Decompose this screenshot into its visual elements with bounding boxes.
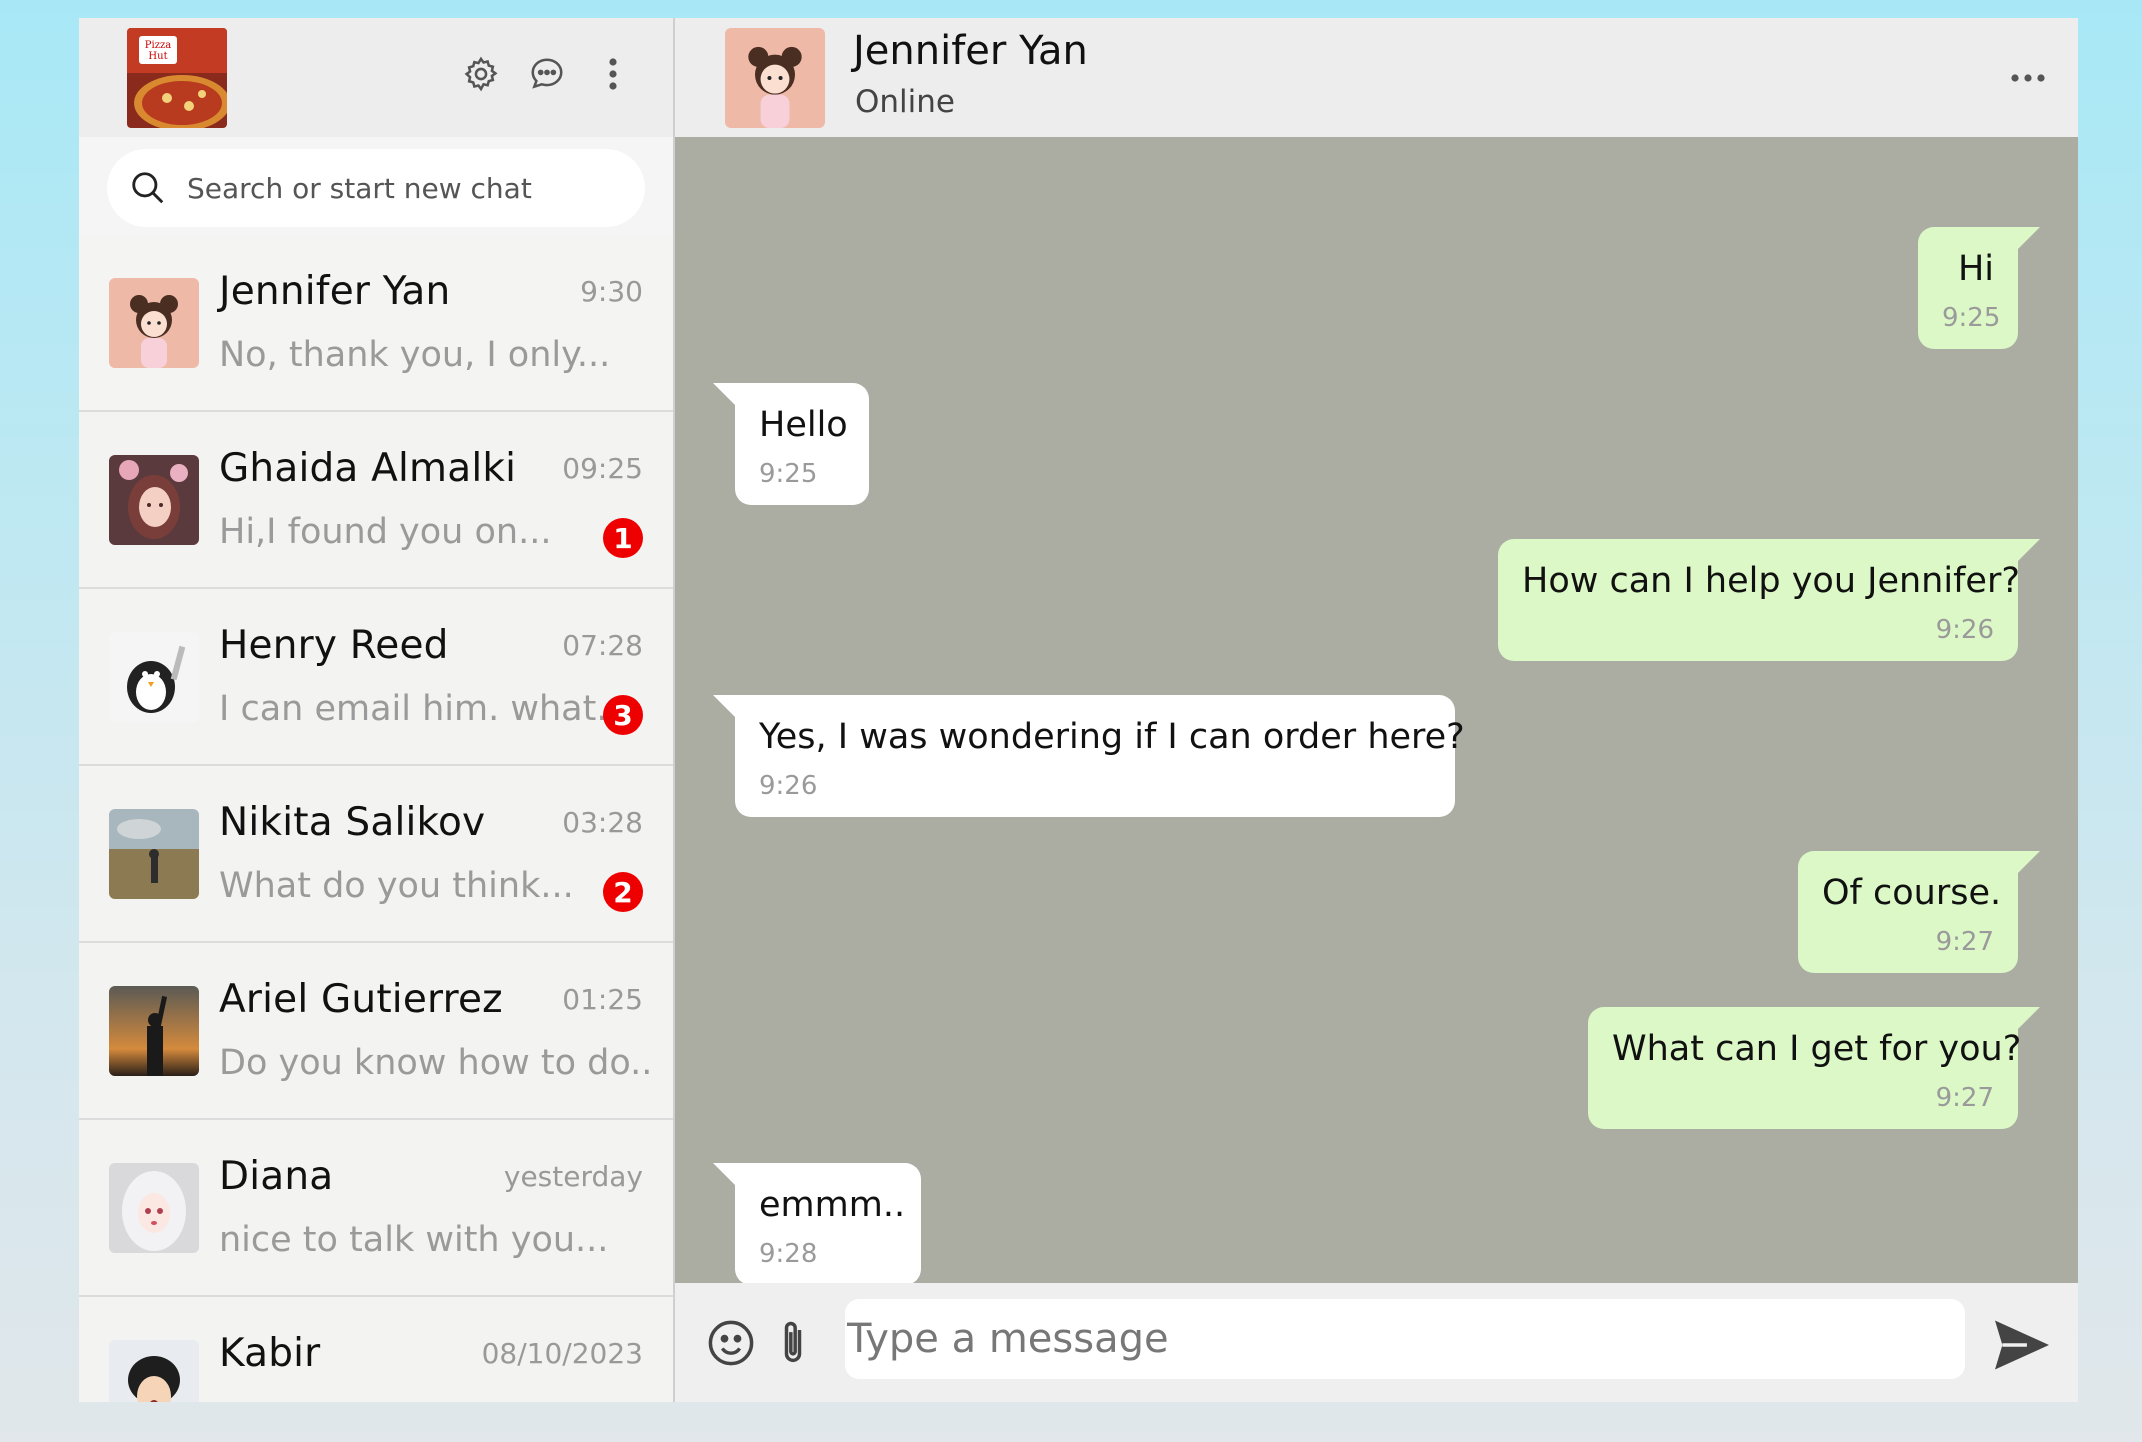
chat-list-item-kabir[interactable]: Kabir 08/10/2023 bbox=[79, 1297, 673, 1402]
message-time: 9:28 bbox=[759, 1239, 818, 1269]
chat-list-item-henry-reed[interactable]: Henry Reed 07:28 I can email him. what..… bbox=[79, 589, 673, 766]
chat-name: Nikita Salikov bbox=[219, 800, 486, 845]
settings-icon[interactable] bbox=[461, 54, 501, 94]
unread-badge: 2 bbox=[603, 872, 643, 912]
conversation-header: Jennifer Yan Online bbox=[675, 18, 2078, 137]
conversation-panel: Jennifer Yan Online Hi 9:25 Hello 9:25 H… bbox=[675, 18, 2078, 1402]
chat-preview: What do you think... bbox=[219, 866, 574, 906]
search-box[interactable] bbox=[107, 149, 645, 227]
sidebar-header: Pizza Hut bbox=[79, 18, 673, 137]
avatar bbox=[109, 455, 199, 545]
contact-name: Jennifer Yan bbox=[853, 28, 1088, 74]
attach-icon[interactable] bbox=[767, 1317, 819, 1369]
chat-name: Diana bbox=[219, 1154, 334, 1199]
chat-list-item-nikita-salikov[interactable]: Nikita Salikov 03:28 What do you think..… bbox=[79, 766, 673, 943]
message-incoming: Hello 9:25 bbox=[713, 383, 869, 505]
message-text: Of course. bbox=[1822, 873, 2002, 913]
chat-name: Jennifer Yan bbox=[219, 269, 451, 314]
chat-list-item-jennifer-yan[interactable]: Jennifer Yan 9:30 No, thank you, I only.… bbox=[79, 235, 673, 412]
message-outgoing: How can I help you Jennifer? 9:26 bbox=[1498, 539, 2040, 661]
message-text: How can I help you Jennifer? bbox=[1522, 561, 2020, 601]
chat-time: 9:30 bbox=[580, 275, 643, 308]
message-incoming: Yes, I was wondering if I can order here… bbox=[713, 695, 1465, 817]
svg-text:Hut: Hut bbox=[148, 51, 167, 62]
message-list: Hi 9:25 Hello 9:25 How can I help you Je… bbox=[675, 137, 2078, 1283]
more-options-icon[interactable] bbox=[2008, 58, 2048, 98]
chat-time: 09:25 bbox=[562, 452, 643, 485]
search-area bbox=[79, 137, 673, 235]
chat-time: 07:28 bbox=[562, 629, 643, 662]
chat-name: Kabir bbox=[219, 1331, 321, 1376]
avatar bbox=[109, 1340, 199, 1402]
contact-avatar[interactable] bbox=[725, 28, 825, 128]
message-outgoing: Of course. 9:27 bbox=[1798, 851, 2040, 973]
chat-time: 08/10/2023 bbox=[481, 1337, 643, 1370]
message-composer bbox=[675, 1283, 2078, 1402]
message-text: Hello bbox=[759, 405, 848, 445]
message-time: 9:26 bbox=[1935, 615, 1994, 645]
message-time: 9:27 bbox=[1935, 1083, 1994, 1113]
avatar bbox=[109, 278, 199, 368]
search-input[interactable] bbox=[185, 170, 609, 206]
chat-preview: I can email him. what... bbox=[219, 689, 630, 729]
message-text: Hi bbox=[1957, 249, 1994, 289]
message-time: 9:27 bbox=[1935, 927, 1994, 957]
chat-list-item-diana[interactable]: Diana yesterday nice to talk with you... bbox=[79, 1120, 673, 1297]
send-icon[interactable] bbox=[1992, 1317, 2052, 1373]
message-text: Yes, I was wondering if I can order here… bbox=[759, 717, 1465, 757]
message-outgoing: What can I get for you? 9:27 bbox=[1588, 1007, 2040, 1129]
unread-badge: 1 bbox=[603, 518, 643, 558]
chat-app-window: Pizza Hut Search or start new chat Jenni… bbox=[79, 18, 2078, 1402]
svg-text:Pizza: Pizza bbox=[145, 40, 171, 51]
message-time: 9:25 bbox=[759, 459, 818, 489]
chat-time: yesterday bbox=[503, 1160, 643, 1193]
emoji-icon[interactable] bbox=[705, 1317, 757, 1369]
avatar bbox=[109, 986, 199, 1076]
chat-preview: No, thank you, I only... bbox=[219, 335, 611, 375]
avatar bbox=[109, 809, 199, 899]
avatar bbox=[109, 1163, 199, 1253]
chat-name: Henry Reed bbox=[219, 623, 449, 668]
message-input-box[interactable] bbox=[845, 1299, 1965, 1379]
sidebar: Pizza Hut Search or start new chat Jenni… bbox=[79, 18, 675, 1402]
chat-list-item-ariel-gutierrez[interactable]: Ariel Gutierrez 01:25 Do you know how to… bbox=[79, 943, 673, 1120]
my-avatar[interactable]: Pizza Hut bbox=[127, 28, 227, 128]
message-input[interactable] bbox=[845, 1315, 1965, 1363]
new-chat-icon[interactable] bbox=[527, 54, 567, 94]
chat-preview: Hi,I found you on... bbox=[219, 512, 552, 552]
message-text: What can I get for you? bbox=[1612, 1029, 2022, 1069]
contact-status: Online bbox=[855, 84, 955, 120]
chat-time: 01:25 bbox=[562, 983, 643, 1016]
message-outgoing: Hi 9:25 bbox=[1918, 227, 2040, 349]
chat-preview: nice to talk with you... bbox=[219, 1220, 609, 1260]
chat-time: 03:28 bbox=[562, 806, 643, 839]
search-icon bbox=[129, 168, 169, 208]
avatar bbox=[109, 632, 199, 722]
message-time: 9:25 bbox=[1942, 303, 2001, 333]
message-text: emmm.. bbox=[759, 1185, 906, 1225]
message-time: 9:26 bbox=[759, 771, 818, 801]
unread-badge: 3 bbox=[603, 695, 643, 735]
chat-name: Ghaida Almalki bbox=[219, 446, 517, 491]
chat-list-item-ghaida-almalki[interactable]: Ghaida Almalki 09:25 Hi,I found you on..… bbox=[79, 412, 673, 589]
message-incoming: emmm.. 9:28 bbox=[713, 1163, 921, 1283]
kebab-menu-icon[interactable] bbox=[593, 54, 633, 94]
chat-name: Ariel Gutierrez bbox=[219, 977, 503, 1022]
chat-preview: Do you know how to do... bbox=[219, 1043, 649, 1083]
